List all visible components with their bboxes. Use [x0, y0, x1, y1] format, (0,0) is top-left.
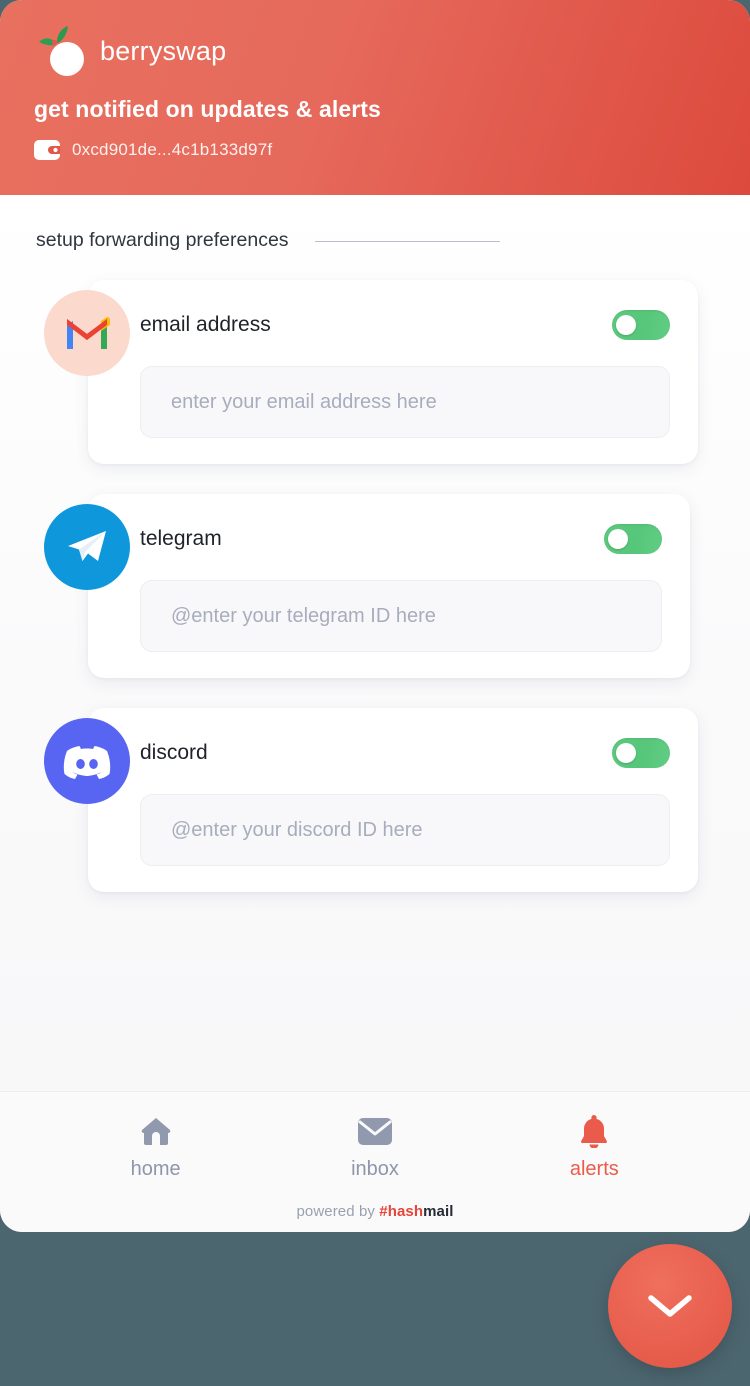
section-title: setup forwarding preferences: [36, 229, 289, 251]
discord-icon: [44, 718, 130, 804]
powered-by: powered by #hashmail: [0, 1203, 750, 1220]
bell-icon: [579, 1114, 609, 1148]
channel-card-telegram: telegram: [44, 494, 690, 678]
wallet-row[interactable]: 0xcd901de...4c1b133d97f: [34, 140, 716, 160]
channel-label-discord: discord: [140, 741, 208, 764]
hashmail-hash: #hash: [379, 1203, 424, 1220]
nav-label-alerts: alerts: [569, 1158, 619, 1180]
email-input[interactable]: [140, 366, 670, 438]
nav-item-alerts[interactable]: alerts: [519, 1114, 669, 1181]
wallet-address: 0xcd901de...4c1b133d97f: [72, 140, 273, 159]
nav-item-inbox[interactable]: inbox: [300, 1114, 450, 1181]
collapse-widget-button[interactable]: [608, 1244, 732, 1368]
telegram-input[interactable]: [140, 580, 662, 652]
chevron-down-icon: [648, 1295, 692, 1317]
nav-label-inbox: inbox: [351, 1158, 399, 1180]
channel-label-telegram: telegram: [140, 527, 222, 550]
channel-card-discord: discord: [44, 708, 698, 892]
nav-label-home: home: [130, 1158, 181, 1180]
header-tagline: get notified on updates & alerts: [34, 96, 381, 122]
section-header: setup forwarding preferences: [0, 195, 750, 252]
envelope-icon: [357, 1114, 392, 1148]
powered-prefix: powered by: [296, 1203, 380, 1220]
widget-body: setup forwarding preferences email addre…: [0, 195, 750, 1091]
section-divider: [314, 241, 500, 242]
channel-card-header: discord: [140, 730, 670, 776]
toggle-discord[interactable]: [612, 738, 670, 768]
channel-card-list: email address telegram: [0, 252, 750, 892]
hashmail-mail: mail: [423, 1203, 454, 1220]
channel-card-header: telegram: [140, 516, 662, 562]
telegram-icon: [44, 504, 130, 590]
toggle-email[interactable]: [612, 310, 670, 340]
widget-header: berryswap get notified on updates & aler…: [0, 0, 750, 195]
bottom-nav: home inbox alerts: [0, 1114, 750, 1181]
berry-logo-icon: [34, 25, 86, 77]
brand-row: berryswap: [34, 22, 716, 80]
toggle-knob: [616, 743, 636, 763]
notification-widget: berryswap get notified on updates & aler…: [0, 0, 750, 1232]
bottom-nav-bar: home inbox alerts powered by #hashmail: [0, 1091, 750, 1232]
brand-name: berryswap: [100, 35, 227, 66]
nav-item-home[interactable]: home: [81, 1114, 231, 1181]
toggle-knob: [616, 315, 636, 335]
gmail-icon: [44, 290, 130, 376]
home-icon: [140, 1114, 172, 1148]
toggle-knob: [608, 529, 628, 549]
discord-input[interactable]: [140, 794, 670, 866]
channel-card-header: email address: [140, 302, 670, 348]
channel-label-email: email address: [140, 313, 271, 336]
toggle-telegram[interactable]: [604, 524, 662, 554]
wallet-icon: [34, 140, 60, 160]
channel-card-email: email address: [44, 280, 698, 464]
